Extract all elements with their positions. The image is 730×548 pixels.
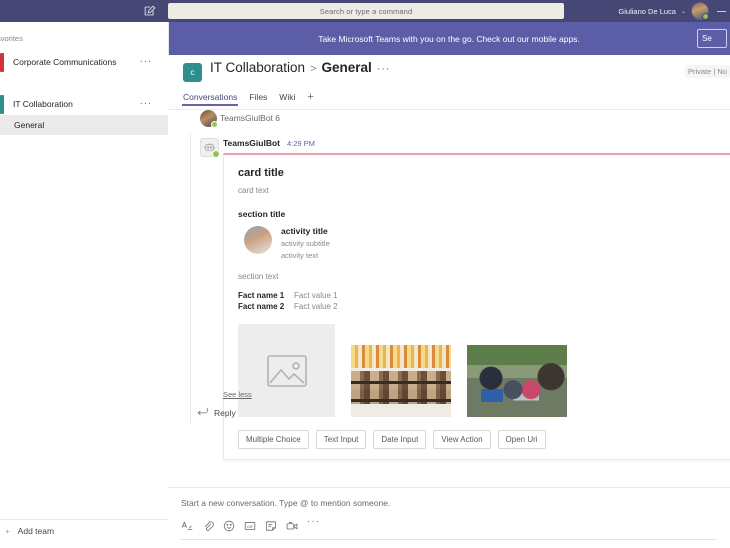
minimize-icon[interactable] [717, 10, 726, 12]
preview-author: TeamsGiulBot 6 [220, 113, 280, 123]
tab-conversations[interactable]: Conversations [181, 92, 239, 106]
meet-now-icon[interactable] [286, 519, 298, 531]
banner-text: Take Microsoft Teams with you on the go.… [318, 33, 580, 44]
message-author: TeamsGiulBot [223, 138, 280, 148]
compose-box[interactable]: Start a new conversation. Type @ to ment… [181, 497, 717, 540]
add-team-button[interactable]: + Add team [0, 519, 168, 542]
date-input-button[interactable]: Date Input [373, 430, 427, 449]
mobile-apps-banner: Take Microsoft Teams with you on the go.… [168, 22, 730, 55]
plus-icon: + [5, 526, 10, 536]
add-team-label: Add team [17, 526, 55, 536]
conversation-thread: TeamsGiulBot 6 TeamsGiulBot 4:29 PM card… [168, 110, 730, 495]
emoji-icon[interactable] [223, 519, 235, 532]
compose-toolbar: GIF ··· [181, 517, 320, 532]
card-images [238, 324, 730, 417]
sidebar-channel-general[interactable]: General [0, 115, 168, 135]
card-activity: activity title activity subtitle activit… [244, 226, 730, 260]
image-placeholder-icon[interactable] [238, 324, 335, 417]
family-with-laptop-photo[interactable] [467, 345, 567, 417]
search-input[interactable]: Search or type a command [168, 3, 564, 19]
activity-subtitle: activity subtitle [281, 239, 330, 248]
card-actions: Multiple Choice Text Input Date Input Vi… [238, 430, 730, 449]
sidebar-team-corporate-communications[interactable]: Corporate Communications ··· [0, 50, 168, 74]
giphy-icon[interactable]: GIF [244, 519, 256, 531]
banner-send-button[interactable]: Se [697, 29, 727, 48]
teams-app-window: Search or type a command Giuliano De Luc… [0, 0, 730, 548]
fact-name: Fact name 2 [238, 302, 285, 311]
tab-files[interactable]: Files [249, 92, 267, 106]
avatar[interactable] [691, 2, 709, 20]
avatar [200, 110, 218, 128]
top-bar: Search or type a command Giuliano De Luc… [0, 0, 730, 22]
bot-avatar-icon [200, 138, 220, 158]
user-name[interactable]: Giuliano De Luca [618, 7, 676, 16]
attach-icon[interactable] [202, 519, 214, 531]
compose-area: Start a new conversation. Type @ to ment… [168, 487, 730, 548]
multiple-choice-button[interactable]: Multiple Choice [238, 430, 309, 449]
breadcrumb-team[interactable]: IT Collaboration [210, 60, 305, 75]
activity-title: activity title [281, 226, 328, 236]
favorites-header: Favorites [0, 34, 23, 43]
compose-placeholder: Start a new conversation. Type @ to ment… [181, 498, 391, 508]
add-tab-button[interactable]: + [307, 91, 313, 107]
message-meta: TeamsGiulBot 4:29 PM [223, 138, 315, 148]
fact-value: Fact value 1 [294, 291, 338, 300]
breadcrumb: IT Collaboration > General ··· [210, 60, 390, 75]
reply-button[interactable]: Reply [197, 407, 236, 418]
open-uri-button[interactable]: Open Uri [497, 430, 546, 449]
see-less-link[interactable]: See less [223, 390, 252, 399]
sticker-icon[interactable] [265, 519, 277, 531]
view-action-button[interactable]: View Action [433, 430, 491, 449]
fact-row: Fact name 1 Fact value 1 [238, 291, 730, 300]
card-title: card title [238, 167, 284, 179]
user-zone: Giuliano De Luca ⌄ [618, 0, 726, 22]
activity-text: activity text [281, 251, 319, 260]
channel-label: General [14, 120, 45, 130]
channel-tabs: Conversations Files Wiki + [181, 91, 314, 107]
fact-row: Fact name 2 Fact value 2 [238, 302, 730, 311]
activity-avatar [244, 226, 272, 254]
sidebar-team-it-collaboration[interactable]: IT Collaboration ··· [0, 92, 168, 116]
fact-value: Fact value 2 [294, 302, 338, 311]
channel-privacy-badge: Private | No [684, 65, 730, 78]
format-icon[interactable] [181, 519, 193, 531]
thread-rail [190, 134, 191, 424]
sidebar: Favorites Corporate Communications ··· I… [0, 22, 169, 548]
message-time: 4:29 PM [287, 139, 315, 148]
team-label: IT Collaboration [13, 99, 73, 109]
tab-wiki[interactable]: Wiki [279, 92, 295, 106]
team-color-bar [0, 94, 4, 114]
team-label: Corporate Communications [13, 57, 117, 67]
adaptive-card: card title card text section title activ… [223, 153, 730, 460]
reply-arrow-icon [197, 407, 208, 418]
card-section-text: section text [238, 272, 279, 281]
svg-text:GIF: GIF [247, 525, 253, 529]
fact-name: Fact name 1 [238, 291, 285, 300]
card-section-title: section title [238, 209, 286, 219]
breadcrumb-separator: > [310, 63, 317, 75]
search-placeholder: Search or type a command [319, 6, 413, 16]
team-color-bar [0, 52, 4, 72]
channel-header: c IT Collaboration > General ··· Private… [168, 55, 730, 110]
main-content: c IT Collaboration > General ··· Private… [168, 55, 730, 548]
store-shelves-photo[interactable] [351, 345, 451, 417]
team-avatar-icon: c [183, 63, 202, 82]
preview-message: TeamsGiulBot 6 [220, 113, 280, 123]
chevron-down-icon[interactable]: ⌄ [681, 8, 686, 15]
breadcrumb-channel[interactable]: General [322, 60, 372, 75]
card-facts: Fact name 1 Fact value 1 Fact name 2 Fac… [238, 291, 730, 311]
text-input-button[interactable]: Text Input [315, 430, 367, 449]
channel-more-icon[interactable]: ··· [377, 63, 390, 75]
compose-icon[interactable] [143, 4, 157, 18]
reply-label: Reply [214, 407, 236, 418]
card-text: card text [238, 186, 269, 195]
